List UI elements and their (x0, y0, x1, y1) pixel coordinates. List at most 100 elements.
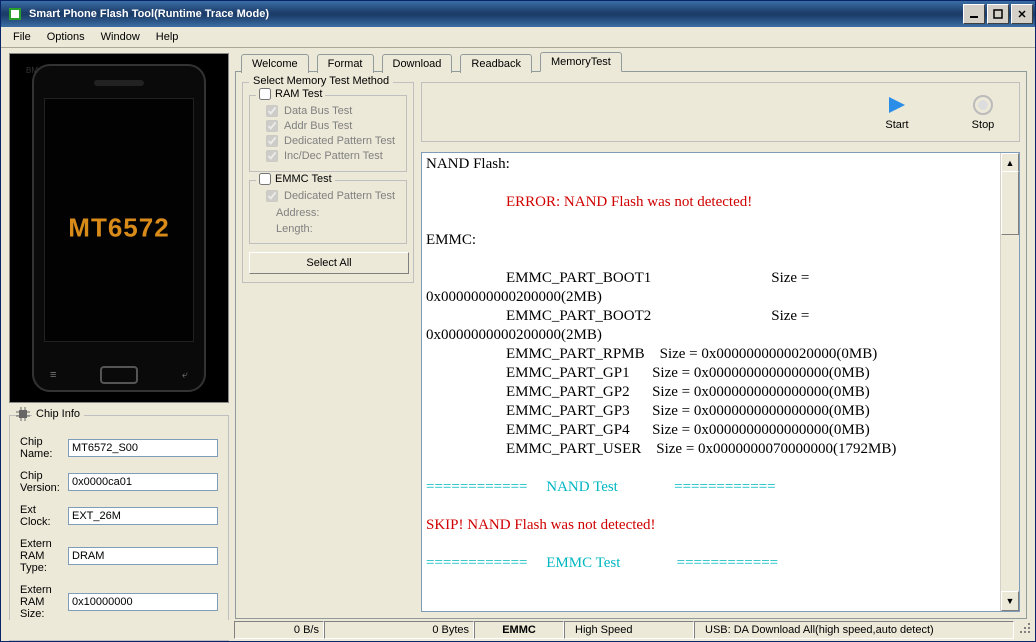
phone-badge: BM (26, 66, 38, 75)
stop-icon (971, 93, 995, 117)
close-button[interactable] (1011, 4, 1033, 24)
start-button[interactable]: Start (883, 93, 911, 131)
output-line: EMMC_PART_BOOT2Size = (426, 307, 999, 326)
dedicated-pattern-checkbox[interactable] (266, 135, 278, 147)
ram-size-label: Extern RAM Size: (20, 584, 68, 620)
tab-welcome[interactable]: Welcome (241, 54, 309, 73)
method-fieldset: Select Memory Test Method RAM Test Data … (242, 82, 414, 283)
chip-name-label: Chip Name: (20, 436, 68, 460)
memory-test-panel: Select Memory Test Method RAM Test Data … (242, 82, 414, 283)
scroll-down-button[interactable]: ▼ (1001, 591, 1019, 611)
scroll-thumb[interactable] (1001, 171, 1019, 235)
output-line: NAND Flash: (426, 155, 999, 174)
maximize-icon (993, 9, 1003, 19)
status-bytes: 0 Bytes (324, 621, 474, 639)
toolbar: Start Stop (421, 82, 1020, 142)
output-line: 0x0000000000200000(2MB) (426, 288, 999, 307)
ext-clock-input[interactable] (68, 507, 218, 525)
emmc-test-legend: EMMC Test (275, 173, 332, 185)
inc-dec-pattern-label: Inc/Dec Pattern Test (284, 150, 383, 162)
output-content: NAND Flash: ERROR: NAND Flash was not de… (426, 155, 999, 609)
output-skip: SKIP! NAND Flash was not detected! (426, 516, 999, 535)
tab-body: Select Memory Test Method RAM Test Data … (235, 71, 1027, 619)
data-bus-test-checkbox[interactable] (266, 105, 278, 117)
right-panel: Welcome Format Download Readback MemoryT… (235, 49, 1027, 619)
phone-model: MT6572 (68, 213, 169, 244)
minimize-button[interactable] (963, 4, 985, 24)
ram-test-fieldset: RAM Test Data Bus Test Addr Bus Test Ded… (249, 95, 407, 172)
addr-bus-test-checkbox[interactable] (266, 120, 278, 132)
ext-clock-label: Ext Clock: (20, 504, 68, 528)
back-key-icon: ⤶ (182, 369, 188, 382)
emmc-test-checkbox[interactable] (259, 173, 271, 185)
titlebar: Smart Phone Flash Tool(Runtime Trace Mod… (1, 1, 1035, 27)
app-window: Smart Phone Flash Tool(Runtime Trace Mod… (0, 0, 1036, 642)
status-rate: 0 B/s (234, 621, 324, 639)
maximize-button[interactable] (987, 4, 1009, 24)
emmc-length-label: Length: (276, 221, 400, 237)
emmc-dedicated-pattern-label: Dedicated Pattern Test (284, 190, 395, 202)
window-controls (963, 4, 1033, 24)
client-area: ≡ ⤶ BM MT6572 Chip Info Chip Name: Chip … (3, 49, 1033, 619)
output-line: EMMC_PART_RPMB Size = 0x0000000000020000… (426, 345, 999, 364)
home-key-icon (100, 366, 138, 384)
select-all-button[interactable]: Select All (249, 252, 409, 274)
start-label: Start (885, 119, 908, 131)
chip-version-input[interactable] (68, 473, 218, 491)
output-line: EMMC_PART_GP1 Size = 0x0000000000000000(… (426, 364, 999, 383)
chip-name-input[interactable] (68, 439, 218, 457)
ram-test-legend: RAM Test (275, 88, 322, 100)
resize-grip[interactable] (1014, 623, 1034, 637)
chip-version-label: Chip Version: (20, 470, 68, 494)
menu-help[interactable]: Help (148, 29, 187, 45)
stop-button[interactable]: Stop (971, 93, 995, 131)
ram-type-input[interactable] (68, 547, 218, 565)
emmc-test-fieldset: EMMC Test Dedicated Pattern Test Address… (249, 180, 407, 244)
phone-softkeys: ≡ ⤶ (50, 366, 188, 384)
play-icon (883, 93, 911, 117)
inc-dec-pattern-checkbox[interactable] (266, 150, 278, 162)
menu-key-icon: ≡ (50, 369, 56, 381)
output-line: EMMC_PART_GP4 Size = 0x0000000000000000(… (426, 421, 999, 440)
statusbar: 0 B/s 0 Bytes EMMC High Speed USB: DA Do… (2, 620, 1034, 640)
menu-file[interactable]: File (5, 29, 39, 45)
tab-download[interactable]: Download (382, 54, 453, 73)
status-usb: USB: DA Download All(high speed,auto det… (694, 621, 1014, 639)
menubar: File Options Window Help (1, 27, 1035, 48)
chip-info-fieldset: Chip Info Chip Name: Chip Version: Ext C… (9, 415, 229, 641)
tabstrip: Welcome Format Download Readback MemoryT… (235, 49, 1027, 71)
output-error: ERROR: NAND Flash was not detected! (426, 193, 999, 212)
output-divider: ============ NAND Test ============ (426, 478, 999, 497)
app-icon (7, 6, 23, 22)
status-mode: EMMC (474, 621, 564, 639)
tab-readback[interactable]: Readback (460, 54, 532, 73)
output-line: EMMC_PART_USER Size = 0x0000000070000000… (426, 440, 999, 459)
output-line: EMMC_PART_BOOT1Size = (426, 269, 999, 288)
chip-icon (16, 407, 30, 421)
minimize-icon (969, 9, 979, 19)
ram-test-checkbox[interactable] (259, 88, 271, 100)
output-divider: ============ EMMC Test ============ (426, 554, 999, 573)
phone-preview: ≡ ⤶ BM MT6572 (9, 53, 229, 403)
output-textarea[interactable]: NAND Flash: ERROR: NAND Flash was not de… (421, 152, 1020, 612)
tab-memorytest[interactable]: MemoryTest (540, 52, 622, 72)
menu-options[interactable]: Options (39, 29, 93, 45)
phone-speaker (94, 80, 144, 86)
addr-bus-test-label: Addr Bus Test (284, 120, 352, 132)
close-icon (1017, 9, 1027, 19)
emmc-address-label: Address: (276, 205, 400, 221)
status-speed: High Speed (564, 621, 694, 639)
menu-window[interactable]: Window (93, 29, 148, 45)
emmc-dedicated-pattern-checkbox[interactable] (266, 190, 278, 202)
chip-info-legend: Chip Info (32, 408, 84, 420)
output-line: EMMC_PART_GP3 Size = 0x0000000000000000(… (426, 402, 999, 421)
output-line: EMMC_PART_GP2 Size = 0x0000000000000000(… (426, 383, 999, 402)
ram-type-label: Extern RAM Type: (20, 538, 68, 574)
ram-size-input[interactable] (68, 593, 218, 611)
output-line: 0x0000000000200000(2MB) (426, 326, 999, 345)
output-line: EMMC: (426, 231, 999, 250)
left-panel: ≡ ⤶ BM MT6572 Chip Info Chip Name: Chip … (9, 53, 229, 619)
scroll-up-button[interactable]: ▲ (1001, 153, 1019, 173)
tab-format[interactable]: Format (317, 54, 374, 73)
output-scrollbar[interactable]: ▲ ▼ (1000, 153, 1019, 611)
